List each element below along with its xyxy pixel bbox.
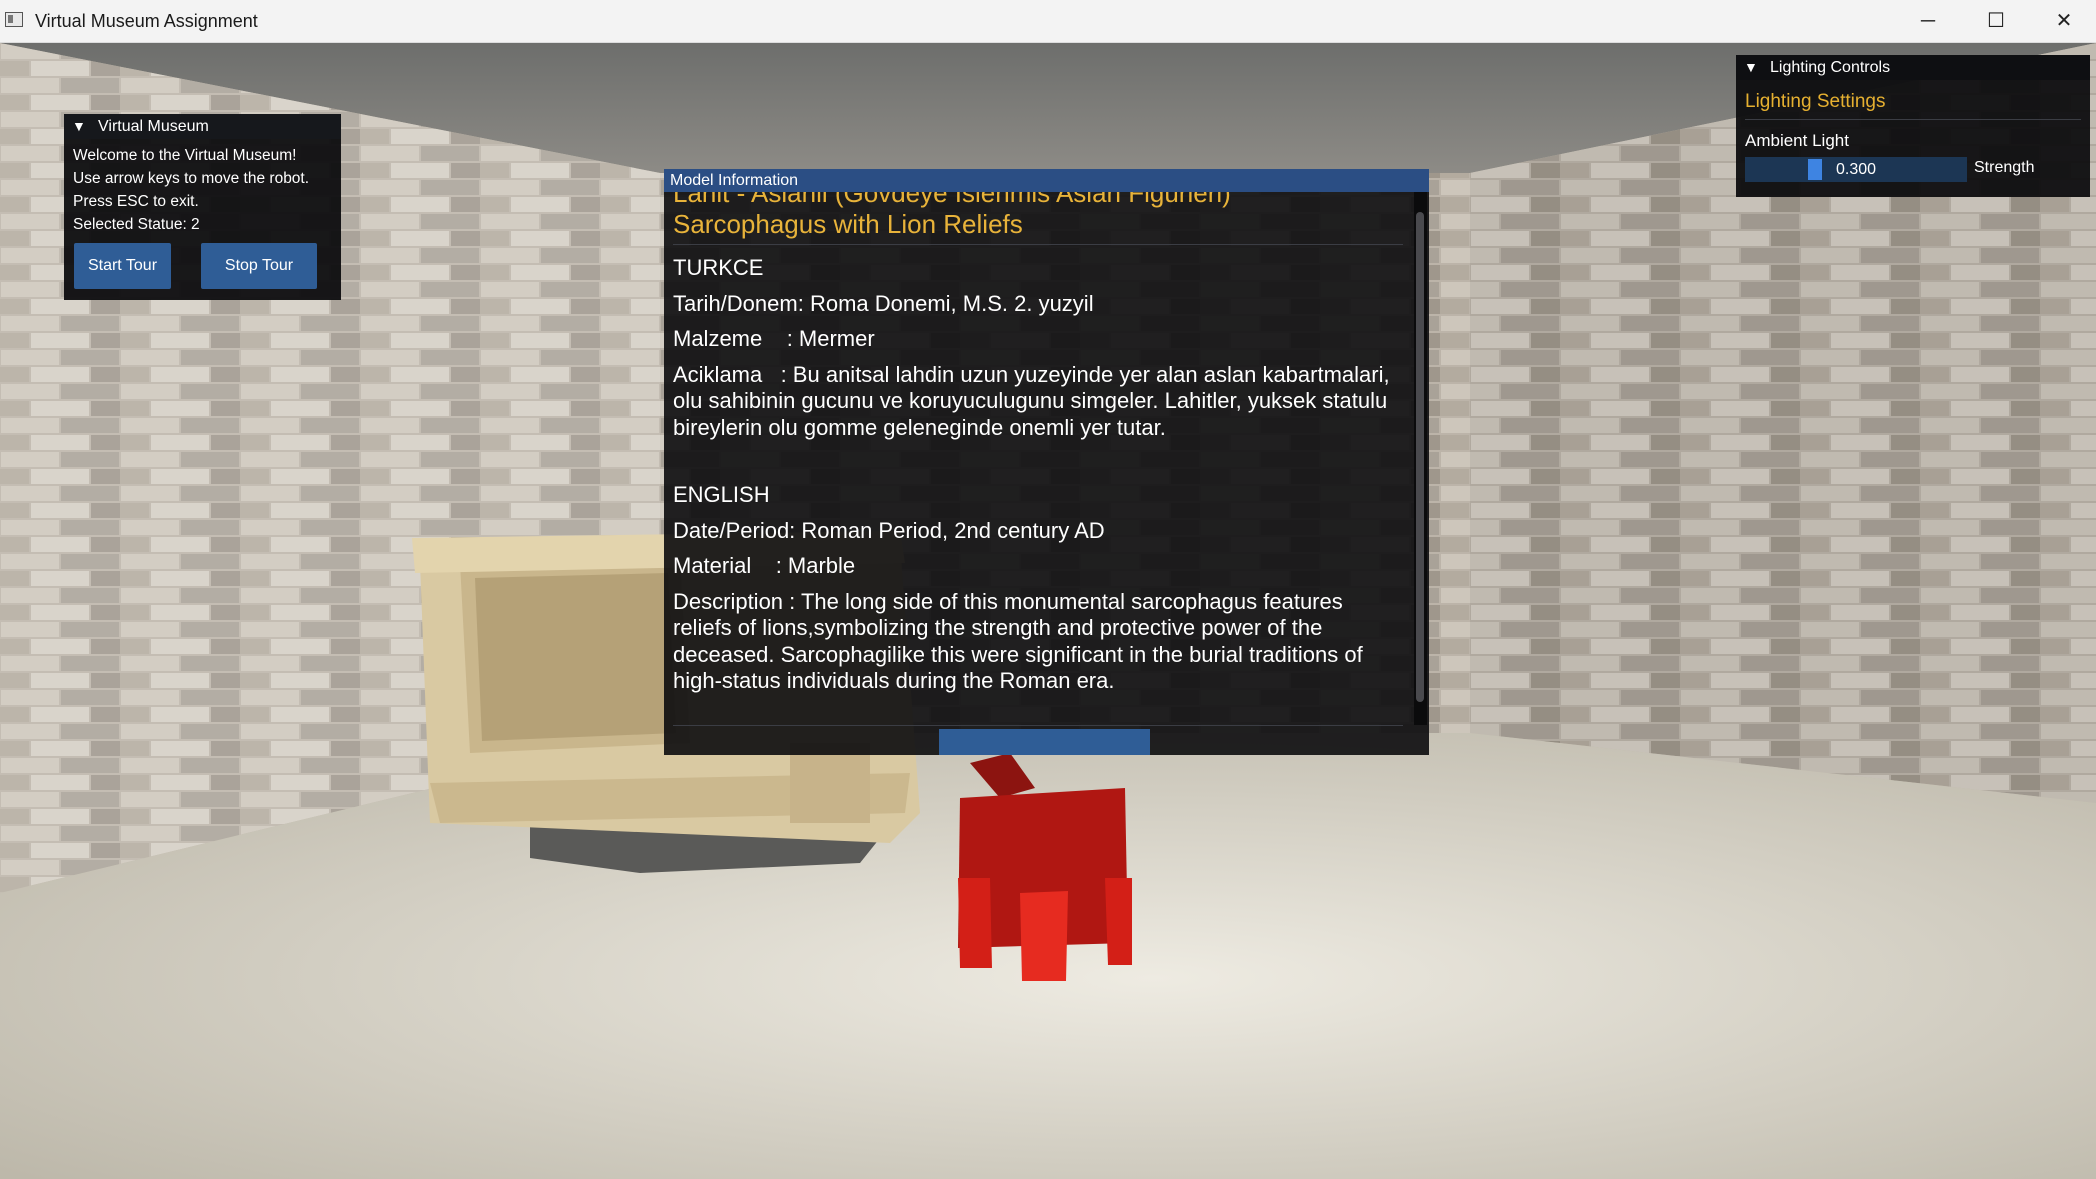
- welcome-line: Welcome to the Virtual Museum!: [73, 147, 297, 164]
- turkce-heading: TURKCE: [673, 255, 764, 280]
- close-button[interactable]: ✕: [2030, 0, 2096, 43]
- model-title-english: Sarcophagus with Lion Reliefs: [673, 209, 1023, 239]
- selected-statue-line: Selected Statue: 2: [73, 216, 200, 233]
- minimize-button[interactable]: ─: [1894, 0, 1962, 43]
- lighting-settings-heading: Lighting Settings: [1745, 91, 1886, 112]
- window-title-bar[interactable]: Virtual Museum Assignment ─ ☐ ✕: [0, 0, 2096, 43]
- separator: [673, 244, 1403, 245]
- stop-tour-button[interactable]: Stop Tour: [201, 243, 317, 289]
- english-heading: ENGLISH: [673, 482, 770, 507]
- virtual-museum-panel-header[interactable]: ▼ Virtual Museum: [64, 114, 341, 139]
- panel-title: Lighting Controls: [1770, 59, 1891, 76]
- model-information-panel[interactable]: Model Information Lahit - Aslanli (Govde…: [664, 169, 1429, 755]
- ambient-strength-slider[interactable]: 0.300: [1745, 157, 1967, 182]
- en-description: Description : The long side of this monu…: [673, 588, 1369, 694]
- museum-info-text: Welcome to the Virtual Museum! Use arrow…: [64, 139, 341, 241]
- tr-date-period: Tarih/Donem: Roma Donemi, M.S. 2. yuzyil: [673, 290, 1094, 316]
- separator: [673, 725, 1403, 726]
- lighting-controls-panel[interactable]: ▼ Lighting Controls Lighting Settings Am…: [1736, 55, 2090, 197]
- maximize-button[interactable]: ☐: [1962, 0, 2030, 43]
- lighting-controls-header[interactable]: ▼ Lighting Controls: [1736, 55, 2090, 80]
- model-title-turkish: Lahit - Aslanli (Govdeye Islenmis Aslan …: [673, 192, 1231, 208]
- window-title: Virtual Museum Assignment: [35, 11, 258, 31]
- panel-title: Virtual Museum: [98, 118, 209, 135]
- instructions-line: Use arrow keys to move the robot.: [73, 170, 310, 187]
- tr-description: Aciklama : Bu anitsal lahdin uzun yuzeyi…: [673, 361, 1396, 440]
- info-scroll-region[interactable]: Lahit - Aslanli (Govdeye Islenmis Aslan …: [664, 192, 1412, 724]
- start-tour-button[interactable]: Start Tour: [74, 243, 171, 289]
- horizontal-scrollbar-thumb[interactable]: [939, 729, 1150, 755]
- ambient-light-label: Ambient Light: [1745, 131, 1849, 150]
- collapse-arrow-icon[interactable]: ▼: [1744, 55, 1758, 80]
- en-material: Material : Marble: [673, 553, 856, 578]
- en-date-period: Date/Period: Roman Period, 2nd century A…: [673, 517, 1105, 543]
- separator: [1745, 119, 2081, 120]
- scrollbar-thumb[interactable]: [1416, 212, 1424, 702]
- vertical-scrollbar[interactable]: [1414, 192, 1427, 725]
- model-information-header[interactable]: Model Information: [664, 169, 1429, 192]
- exit-hint-line: Press ESC to exit.: [73, 193, 199, 210]
- app-icon: [5, 12, 23, 27]
- tr-material: Malzeme : Mermer: [673, 326, 875, 351]
- strength-label: Strength: [1974, 159, 2035, 176]
- virtual-museum-panel[interactable]: ▼ Virtual Museum Welcome to the Virtual …: [64, 114, 341, 300]
- slider-value: 0.300: [1835, 161, 1877, 178]
- collapse-arrow-icon[interactable]: ▼: [72, 114, 86, 139]
